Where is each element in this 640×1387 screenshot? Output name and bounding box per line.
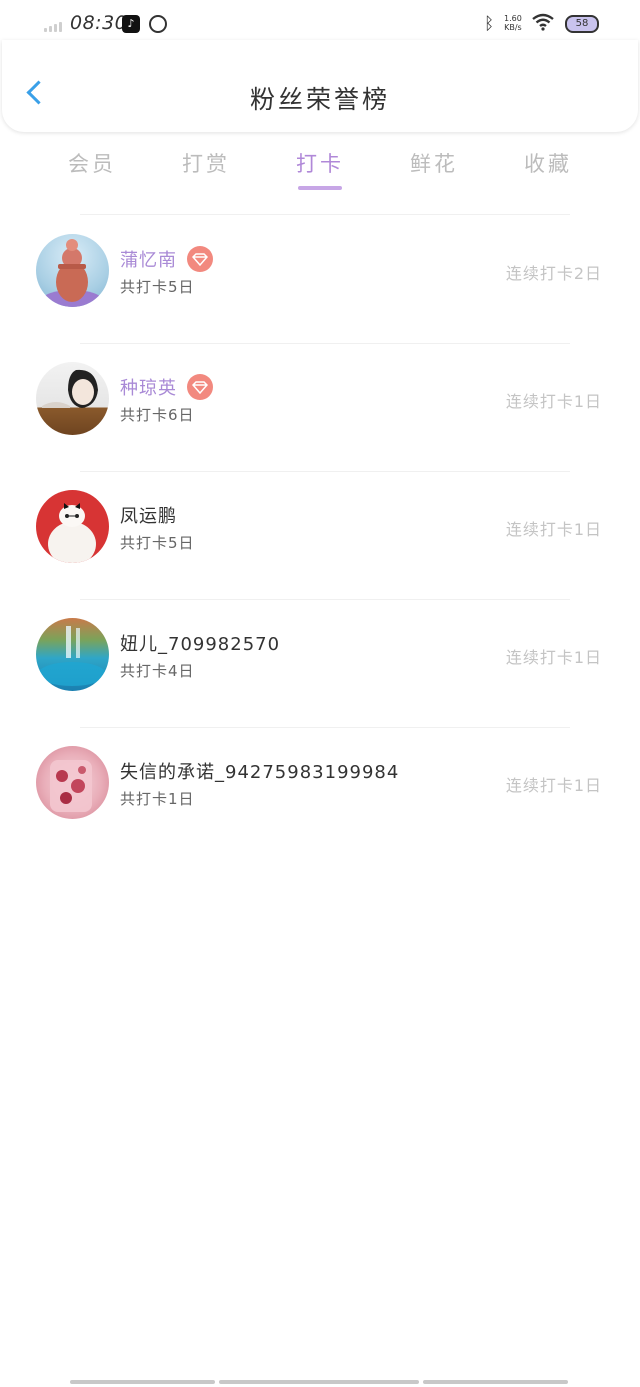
network-speed-value: 1.60 <box>504 14 522 23</box>
tab-flowers[interactable]: 鲜花 <box>384 148 484 178</box>
list-item[interactable]: 妞儿_709982570 共打卡4日 连续打卡1日 <box>0 600 640 728</box>
fan-name: 凤运鹏 <box>120 506 177 527</box>
streak-days: 连续打卡1日 <box>505 776 602 795</box>
fan-name: 蒲忆南 <box>120 250 177 271</box>
total-checkins: 共打卡1日 <box>120 790 195 808</box>
tab-members[interactable]: 会员 <box>42 148 142 178</box>
fan-name: 种琼英 <box>120 378 177 399</box>
fan-name: 失信的承诺_94275983199984 <box>120 762 400 783</box>
status-time: 08:30 <box>70 12 128 34</box>
battery-indicator: 58 <box>565 15 599 33</box>
avatar[interactable] <box>36 362 109 435</box>
total-checkins: 共打卡4日 <box>120 662 195 680</box>
total-checkins: 共打卡6日 <box>120 406 195 424</box>
tab-favorites[interactable]: 收藏 <box>498 148 598 178</box>
network-speed: 1.60 KB/s <box>504 14 522 32</box>
gesture-bar[interactable] <box>70 1380 570 1384</box>
bluetooth-icon: ᛒ <box>484 14 495 34</box>
wifi-icon <box>532 12 554 36</box>
list-item[interactable]: 种琼英 共打卡6日 连续打卡1日 <box>0 344 640 472</box>
tab-bar: 会员 打赏 打卡 鲜花 收藏 <box>0 148 640 198</box>
streak-days: 连续打卡1日 <box>505 648 602 667</box>
network-speed-unit: KB/s <box>504 23 522 32</box>
fan-list: 蒲忆南 共打卡5日 连续打卡2日 种琼英 共打卡6日 连续打卡1日 凤运鹏 共打… <box>0 216 640 856</box>
list-item[interactable]: 凤运鹏 共打卡5日 连续打卡1日 <box>0 472 640 600</box>
active-tab-indicator <box>298 186 342 190</box>
fan-name: 妞儿_709982570 <box>120 634 281 655</box>
page-title: 粉丝荣誉榜 <box>249 85 390 114</box>
streak-days: 连续打卡2日 <box>505 264 602 283</box>
tiktok-icon: ♪ <box>122 15 140 33</box>
avatar[interactable] <box>36 618 109 691</box>
signal-icon <box>44 20 62 32</box>
header-bar: 粉丝荣誉榜 <box>2 40 638 132</box>
avatar[interactable] <box>36 490 109 563</box>
tab-checkin[interactable]: 打卡 <box>270 148 370 178</box>
diamond-icon <box>187 246 213 272</box>
total-checkins: 共打卡5日 <box>120 278 195 296</box>
list-item[interactable]: 失信的承诺_94275983199984 共打卡1日 连续打卡1日 <box>0 728 640 856</box>
avatar[interactable] <box>36 746 109 819</box>
list-item[interactable]: 蒲忆南 共打卡5日 连续打卡2日 <box>0 216 640 344</box>
divider <box>80 214 570 215</box>
total-checkins: 共打卡5日 <box>120 534 195 552</box>
app-notification-icon <box>149 15 167 33</box>
avatar[interactable] <box>36 234 109 307</box>
streak-days: 连续打卡1日 <box>505 520 602 539</box>
tab-tips[interactable]: 打赏 <box>156 148 256 178</box>
streak-days: 连续打卡1日 <box>505 392 602 411</box>
diamond-icon <box>187 374 213 400</box>
